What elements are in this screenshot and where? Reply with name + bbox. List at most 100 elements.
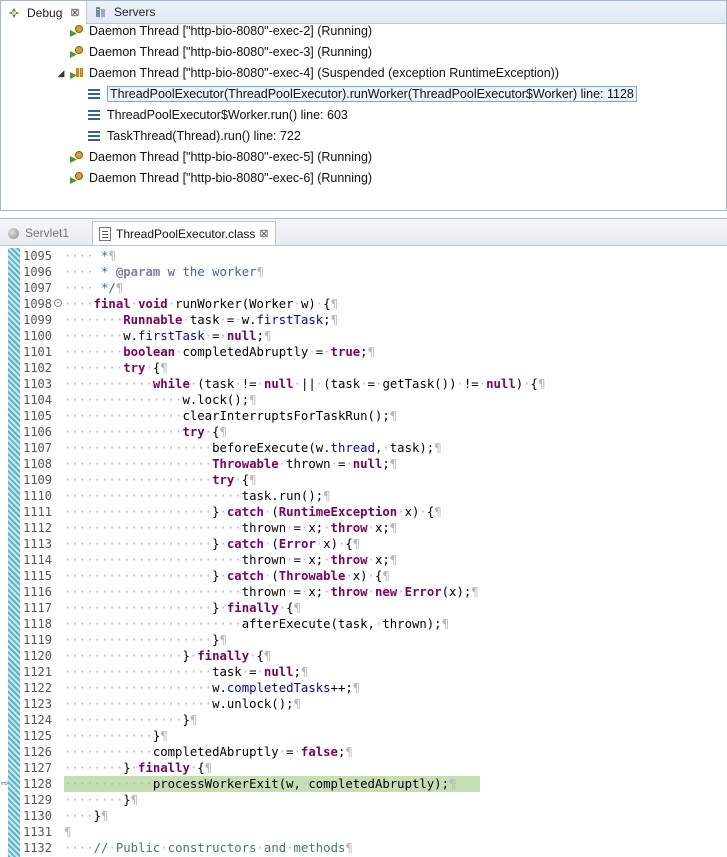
code-token: ¶	[382, 569, 390, 583]
code-line[interactable]: 1123 ····················w.unlock();¶	[0, 696, 727, 712]
thread-item[interactable]: Daemon Thread ["http-bio-8080"-exec-5] (…	[69, 147, 372, 167]
thread-label: Daemon Thread ["http-bio-8080"-exec-3] (…	[89, 45, 373, 59]
code-token: }	[123, 761, 131, 775]
code-line[interactable]: 1106 ················try·{¶	[0, 424, 727, 440]
tab-threadpoolexecutor-class[interactable]: ThreadPoolExecutor.class ⊠	[92, 221, 276, 245]
code-line[interactable]: 1128 ⇨ ············processWorkerExit(w,·co…	[0, 776, 727, 792]
code-token: }	[123, 793, 131, 807]
code-token: ·	[456, 377, 464, 391]
code-line[interactable]: 1109 ····················try·{¶	[0, 472, 727, 488]
code-token: }	[182, 649, 190, 663]
code-line[interactable]: 1132 ····//·Public·constructors·and·metho…	[0, 840, 727, 856]
code-line[interactable]: 1112 ························thrown·=·x;·…	[0, 520, 727, 536]
code-line[interactable]: 1100 ········w.firstTask·=·null;¶	[0, 328, 727, 344]
code-line[interactable]: 1113 ····················}·catch·(Error·x…	[0, 536, 727, 552]
code-token: finally	[197, 649, 250, 663]
code-token: completedAbruptly	[152, 745, 279, 759]
code-line[interactable]: 1111 ····················}·catch·(Runtime…	[0, 504, 727, 520]
code-token: ¶	[352, 537, 361, 551]
code-token: ·	[419, 505, 427, 519]
code-line[interactable]: 1097 ···· */¶	[0, 280, 727, 296]
code-token: {	[241, 473, 250, 487]
code-line[interactable]: 1129 ········}¶	[0, 792, 727, 808]
tab-servlet1[interactable]: Servlet1	[2, 221, 75, 245]
thread-item-suspended[interactable]: ◢ Daemon Thread ["http-bio-8080"-exec-4]…	[55, 63, 559, 83]
code-text: ···· *¶	[64, 248, 116, 264]
code-area[interactable]: 1095 ···· *¶ 1096 ···· * @param w the worke…	[0, 248, 727, 857]
thread-item[interactable]: Daemon Thread ["http-bio-8080"-exec-2] (…	[69, 21, 372, 41]
line-number: 1131	[23, 825, 52, 839]
code-token: ¶	[160, 361, 168, 375]
code-line[interactable]: 1110 ························task.run();¶	[0, 488, 727, 504]
code-token: ····················	[64, 505, 213, 519]
code-token: //	[93, 841, 109, 855]
thread-item[interactable]: Daemon Thread ["http-bio-8080"-exec-3] (…	[69, 42, 372, 62]
code-line[interactable]: 1131 ¶	[0, 824, 727, 840]
code-token: w.	[241, 313, 257, 327]
code-token: catch	[226, 537, 264, 551]
code-line[interactable]: 1122 ····················w.completedTasks…	[0, 680, 727, 696]
code-token: ·	[219, 329, 227, 343]
code-line[interactable]: 1103 ············while·(task·!=·null·||·(…	[0, 376, 727, 392]
code-line[interactable]: 1127 ········}·finally·{¶	[0, 760, 727, 776]
code-token: runWorker(Worker	[175, 297, 294, 311]
code-line[interactable]: 1126 ············completedAbruptly·=·fals…	[0, 744, 727, 760]
code-line[interactable]: 1108 ····················Throwable·thrown…	[0, 456, 727, 472]
code-text: ········Runnable·task·=·w.firstTask;¶	[64, 312, 338, 328]
code-token: ·	[478, 377, 487, 391]
code-line[interactable]: 1105 ················clearInterruptsForTa…	[0, 408, 727, 424]
code-token: =	[249, 665, 257, 679]
close-icon[interactable]: ⊠	[70, 6, 79, 19]
tab-servers[interactable]: Servers	[88, 1, 161, 23]
code-line[interactable]: 1124 ················}¶	[0, 712, 727, 728]
collapse-arrow-icon[interactable]: ◢	[55, 68, 67, 79]
code-line[interactable]: 1121 ····················task·=·null;¶	[0, 664, 727, 680]
code-token: ········	[64, 361, 124, 375]
code-line[interactable]: 1099 ········Runnable·task·=·w.firstTask;…	[0, 312, 727, 328]
code-line[interactable]: 1104 ················w.lock();¶	[0, 392, 727, 408]
code-token: {	[212, 425, 220, 439]
code-line[interactable]: 1102 ········try·{¶	[0, 360, 727, 376]
code-token: ····················	[64, 681, 213, 695]
code-token: ¶	[434, 505, 442, 519]
code-line[interactable]: 1115 ····················}·catch·(Throwab…	[0, 568, 727, 584]
stack-frame-item[interactable]: ThreadPoolExecutor(ThreadPoolExecutor).r…	[87, 84, 637, 104]
code-token: ·	[323, 345, 331, 359]
code-line[interactable]: 1120 ················}·finally·{¶	[0, 648, 727, 664]
code-token: clearInterruptsForTaskRun();	[182, 409, 390, 423]
code-token: ················	[64, 409, 183, 423]
code-token: ¶	[434, 441, 442, 455]
code-line[interactable]: 1116 ························thrown·=·x;·…	[0, 584, 727, 600]
stack-frame-label: TaskThread(Thread).run() line: 722	[107, 129, 301, 143]
code-text: ···· */¶	[64, 280, 123, 296]
close-icon[interactable]: ⊠	[259, 227, 268, 240]
code-token: {	[256, 649, 264, 663]
code-line[interactable]: 1118 ························afterExecute…	[0, 616, 727, 632]
code-line[interactable]: 1130 ····}¶	[0, 808, 727, 824]
code-token: ·	[323, 521, 331, 535]
code-line[interactable]: 1095 ···· *¶	[0, 248, 727, 264]
suspended-thread-icon	[69, 65, 85, 81]
code-line[interactable]: 1101 ········boolean·completedAbruptly·=·…	[0, 344, 727, 360]
code-line[interactable]: 1117 ····················}·finally·{¶	[0, 600, 727, 616]
code-line[interactable]: 1098- ····final·void·runWorker(Worker·w)·…	[0, 296, 727, 312]
code-token: ·	[323, 585, 331, 599]
code-line[interactable]: 1119 ····················}¶	[0, 632, 727, 648]
thread-item[interactable]: Daemon Thread ["http-bio-8080"-exec-6] (…	[69, 168, 372, 188]
code-token: ¶	[441, 617, 449, 631]
stack-frame-item[interactable]: ThreadPoolExecutor$Worker.run() line: 60…	[87, 105, 348, 125]
code-token: ·	[167, 297, 176, 311]
code-line[interactable]: 1096 ···· * @param w the worker¶	[0, 264, 727, 280]
code-line[interactable]: 1107 ····················beforeExecute(w.…	[0, 440, 727, 456]
stack-frame-item[interactable]: TaskThread(Thread).run() line: 722	[87, 126, 301, 146]
code-token: =	[293, 521, 301, 535]
code-token: ¶	[471, 585, 479, 599]
code-line[interactable]: 1125 ············}¶	[0, 728, 727, 744]
code-text: ················}·finally·{¶	[64, 648, 271, 664]
code-token: ····················	[64, 473, 213, 487]
fold-collapse-icon[interactable]: -	[54, 299, 62, 307]
code-line[interactable]: 1114 ························thrown·=·x;·…	[0, 552, 727, 568]
code-token: ·	[130, 761, 139, 775]
code-token: ·	[219, 313, 227, 327]
code-token: ·	[160, 841, 168, 855]
